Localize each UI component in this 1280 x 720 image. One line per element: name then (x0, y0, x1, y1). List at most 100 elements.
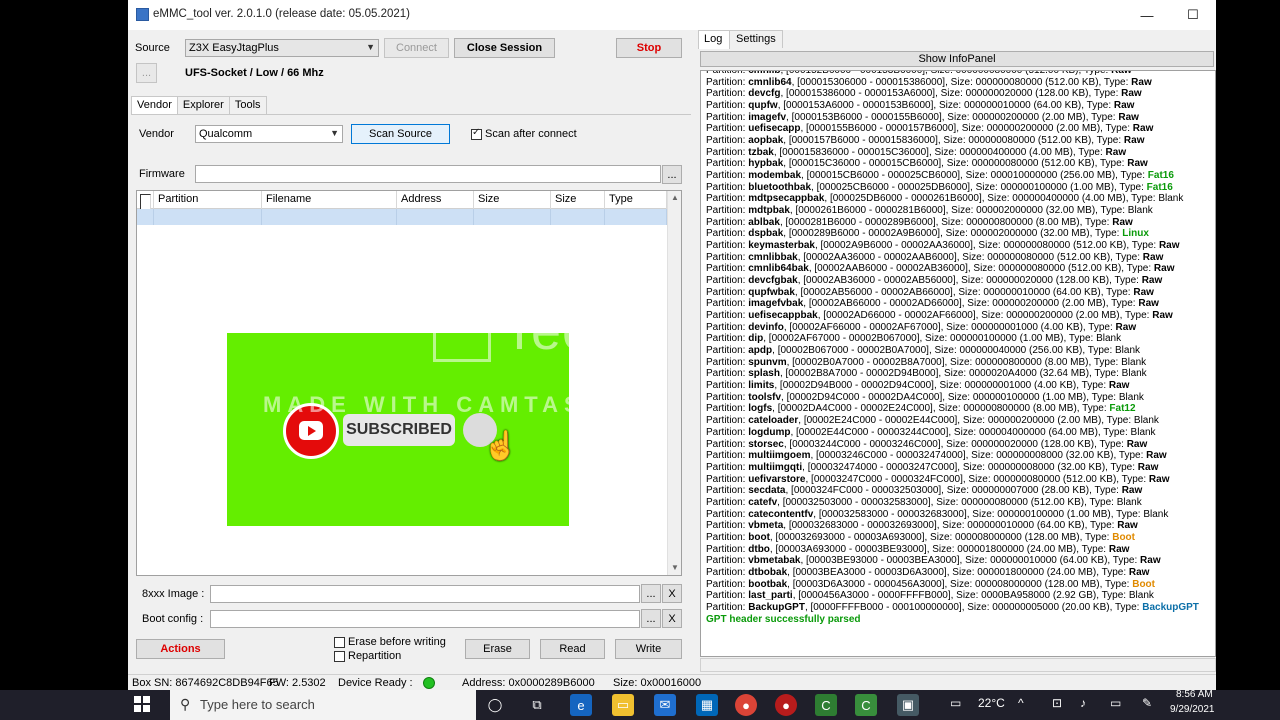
clock-time[interactable]: 8:56 AM (1176, 689, 1213, 700)
minimize-icon[interactable]: — (1124, 0, 1170, 30)
partition-name: imagefv (748, 111, 787, 123)
grid-scrollbar[interactable]: ▲ ▼ (667, 191, 681, 575)
erase-before-writing-checkbox[interactable] (334, 637, 345, 648)
image-8xxx-input[interactable] (210, 585, 640, 603)
camtasia-icon[interactable]: C (815, 694, 837, 716)
camtasia-recorder-icon[interactable]: C (855, 694, 877, 716)
firmware-browse-button[interactable]: ... (662, 165, 682, 184)
app-red-icon[interactable]: ● (775, 694, 797, 716)
volume-icon[interactable]: ♪ (1080, 696, 1086, 710)
partition-type: Raw (1128, 566, 1150, 578)
col-type[interactable]: Type (605, 191, 667, 209)
boot-config-input[interactable] (210, 610, 640, 628)
watermark-logo-icon (433, 304, 491, 362)
maximize-icon[interactable]: ☐ (1170, 0, 1216, 30)
pen-icon[interactable]: ✎ (1142, 696, 1152, 710)
task-view-icon[interactable]: ⧉ (526, 694, 548, 716)
col-size[interactable]: Size (474, 191, 551, 209)
scroll-down-icon[interactable]: ▼ (668, 561, 682, 575)
tab-vendor[interactable]: Vendor (131, 96, 178, 115)
partition-name: devinfo (748, 321, 784, 333)
grid-header: Partition Filename Address Size Size Typ… (137, 191, 667, 209)
partition-type: Fat12 (1109, 403, 1136, 415)
show-infopanel-button[interactable]: Show InfoPanel (700, 51, 1214, 67)
temperature[interactable]: 22°C (978, 696, 1005, 710)
image-8xxx-browse-button[interactable]: ... (641, 584, 661, 603)
col-size-2[interactable]: Size (551, 191, 605, 209)
boot-config-browse-button[interactable]: ... (641, 609, 661, 628)
scan-source-button[interactable]: Scan Source (351, 124, 450, 144)
partition-name: catefv (748, 496, 778, 508)
log-line: Partition: cmnlib, [000152B6000 - 000153… (706, 70, 1199, 77)
device-ready-label: Device Ready : (338, 677, 413, 689)
address-status: Address: 0x0000289B6000 (462, 677, 595, 689)
col-partition[interactable]: Partition (154, 191, 262, 209)
tab-explorer[interactable]: Explorer (176, 96, 230, 114)
weather-icon[interactable]: ▭ (950, 696, 961, 710)
log-line: Partition: logdump, [00002E44C000 - 0000… (706, 426, 1156, 438)
partition-type: Raw (1117, 520, 1138, 532)
partition-name: cmnlib (748, 70, 781, 76)
file-explorer-icon[interactable]: ▭ (612, 694, 634, 716)
tab-log[interactable]: Log (698, 30, 730, 49)
partition-type: Blank (1096, 333, 1122, 345)
table-row[interactable] (137, 209, 667, 225)
scroll-up-icon[interactable]: ▲ (668, 191, 682, 205)
subscribe-badge: SUBSCRIBED (343, 414, 455, 446)
chrome-icon[interactable]: ● (735, 694, 757, 716)
partition-type: Raw (1158, 240, 1180, 252)
log-hscrollbar[interactable] (700, 658, 1216, 672)
tab-settings[interactable]: Settings (729, 30, 783, 48)
actions-button[interactable]: Actions (136, 639, 225, 659)
emmc-tool-taskbar-icon[interactable]: ▣ (897, 694, 919, 716)
write-button[interactable]: Write (615, 639, 682, 659)
partition-name: dip (748, 333, 764, 345)
clock-date[interactable]: 9/29/2021 (1170, 704, 1215, 715)
scan-after-connect-checkbox[interactable] (471, 127, 482, 140)
mail-icon[interactable]: ✉ (654, 694, 676, 716)
store-icon[interactable]: ▦ (696, 694, 718, 716)
firmware-input[interactable] (195, 165, 661, 183)
watermark-subtext: MADE WITH CAMTAS (263, 392, 585, 417)
log-line: Partition: limits, [00002D94B000 - 00002… (706, 380, 1130, 392)
edge-icon[interactable]: e (570, 694, 592, 716)
partition-type: Blank (1128, 590, 1154, 602)
partition-name: uefivarstore (748, 473, 806, 485)
partition-name: cmnlib64bak (748, 263, 809, 275)
windows-start-icon[interactable] (134, 696, 150, 712)
boot-config-clear-button[interactable]: X (662, 609, 682, 628)
tray-chevron-icon[interactable]: ^ (1018, 696, 1024, 710)
vendor-label: Vendor (139, 128, 174, 140)
source-more-button[interactable]: ... (136, 63, 157, 83)
log-line: Partition: bootbak, [00003D6A3000 - 0000… (706, 578, 1155, 590)
log-line: Partition: cateloader, [00002E24C000 - 0… (706, 415, 1159, 427)
erase-button[interactable]: Erase (465, 639, 530, 659)
tab-tools[interactable]: Tools (228, 96, 267, 114)
partition-type: Raw (1105, 146, 1127, 158)
image-8xxx-clear-button[interactable]: X (662, 584, 682, 603)
repartition-checkbox[interactable] (334, 651, 345, 662)
log-line: Partition: vbmeta, [000032683000 - 00003… (706, 520, 1138, 532)
partition-type: Fat16 (1147, 170, 1174, 182)
battery-icon[interactable]: ▭ (1110, 696, 1121, 710)
col-address[interactable]: Address (397, 191, 474, 209)
taskbar-search[interactable]: ⚲ Type here to search (170, 690, 476, 720)
log-line: Partition: imagefv, [0000153B6000 - 0000… (706, 111, 1139, 123)
close-session-button[interactable]: Close Session (454, 38, 555, 58)
log-line: Partition: toolsfv, [00002D94C000 - 0000… (706, 391, 1144, 403)
stop-button[interactable]: Stop (616, 38, 682, 58)
partition-type: Linux (1122, 228, 1149, 240)
source-select[interactable]: Z3X EasyJtagPlus ▼ (185, 39, 379, 57)
select-all-checkbox[interactable] (140, 194, 151, 209)
network-icon[interactable]: ⊡ (1052, 696, 1062, 710)
read-button[interactable]: Read (540, 639, 605, 659)
source-selected-value: Z3X EasyJtagPlus (189, 42, 279, 54)
partition-type: Raw (1142, 251, 1164, 263)
partition-type: Raw (1111, 70, 1132, 76)
connect-button[interactable]: Connect (384, 38, 449, 58)
log-line: Partition: vbmetabak, [00003BE93000 - 00… (706, 555, 1161, 567)
cortana-icon[interactable]: ◯ (484, 694, 506, 716)
vendor-select[interactable]: Qualcomm ▼ (195, 125, 343, 143)
col-filename[interactable]: Filename (262, 191, 397, 209)
partition-name: devcfgbak (748, 275, 798, 287)
